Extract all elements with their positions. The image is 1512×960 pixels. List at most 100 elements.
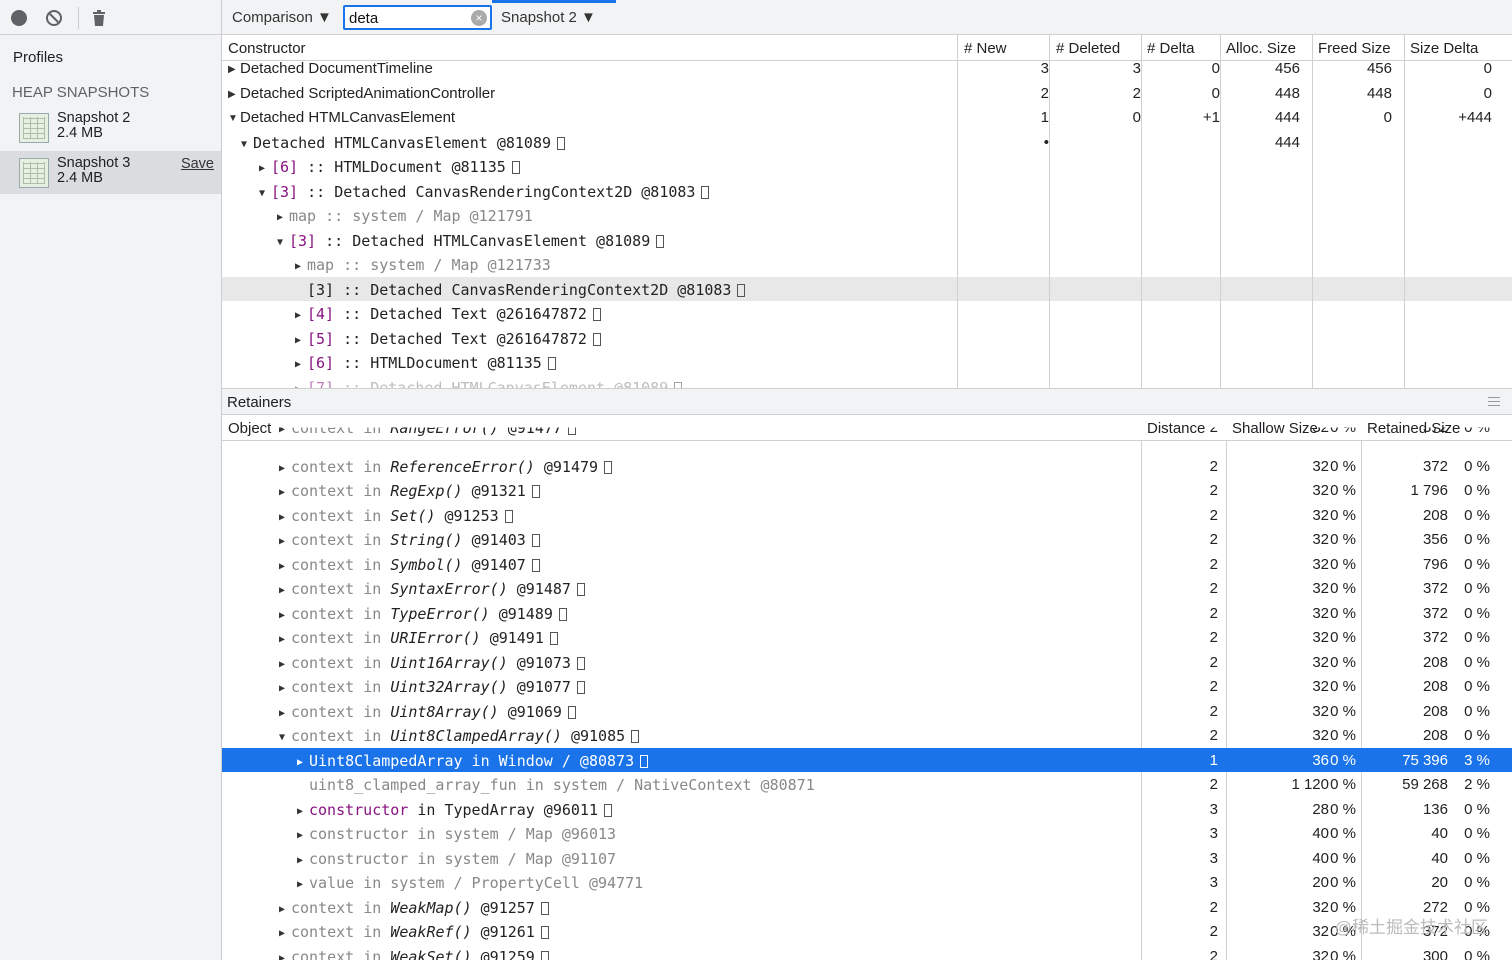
class-filter-input[interactable]: [349, 9, 464, 27]
retainers-bar[interactable]: Retainers: [222, 388, 1512, 415]
cell-value: 0: [1483, 60, 1492, 77]
trash-icon[interactable]: [90, 9, 108, 27]
collapsed-icon[interactable]: ▶: [277, 212, 289, 223]
constructor-row[interactable]: ▶[7] :: Detached HTMLCanvasElement @8108…: [222, 375, 1512, 389]
snapshot-item-2[interactable]: Snapshot 2 2.4 MB: [0, 106, 221, 149]
constructor-name: ▶[7] :: Detached HTMLCanvasElement @8108…: [295, 378, 683, 389]
column-header[interactable]: Constructor: [228, 40, 306, 57]
edge-index: [3]: [289, 231, 317, 250]
constructor-row[interactable]: ▶ [4] :: Detached Text @261647872: [222, 301, 1512, 326]
retainer-row[interactable]: ▶ context in SyntaxError() @91487 2 32 0 % 37…: [222, 576, 1512, 601]
constructor-name: ▶ [5] :: Detached Text @261647872: [295, 330, 601, 348]
collapsed-icon[interactable]: ▶: [259, 163, 271, 174]
retainer-row[interactable]: ▶ context in Uint16Array() @91073 2 32 0 % 20…: [222, 650, 1512, 675]
column-header[interactable]: # New: [964, 40, 1007, 57]
retained-size-value: 0 %: [1464, 604, 1490, 622]
retainer-row[interactable]: ▶ context in Uint32Array() @91077 2 32 0 % 20…: [222, 674, 1512, 699]
profiles-sidebar: Profiles HEAP SNAPSHOTS Snapshot 2 2.4 M…: [0, 0, 222, 960]
retainer-row[interactable]: ▶ context in Symbol() @91407 2 32 0 % 796 0 %: [222, 552, 1512, 577]
collapsed-icon[interactable]: ▶: [295, 359, 307, 370]
edge-index: [5]: [307, 329, 335, 348]
snapshot-name: Snapshot 2: [57, 110, 131, 126]
constructor-name: ▶ map :: system / Map @121733: [295, 256, 551, 274]
retainer-row[interactable]: ▶ context in RegExp() @91321 2 32 0 % 1 796 0 …: [222, 478, 1512, 503]
constructor-name: ▶ [4] :: Detached Text @261647872: [295, 305, 601, 323]
collapsed-icon[interactable]: ▶: [295, 261, 307, 272]
retainer-row[interactable]: ▶ constructor in system / Map @96013 3 40 0 …: [222, 821, 1512, 846]
class-filter-box[interactable]: ×: [343, 5, 492, 30]
reveal-icon[interactable]: [701, 185, 710, 199]
constructor-row[interactable]: ▶ [6] :: HTMLDocument @81135: [222, 350, 1512, 375]
reveal-icon[interactable]: [656, 234, 665, 248]
view-toolbar: Comparison ▼ × Snapshot 2 ▼: [222, 0, 1512, 35]
constructor-row[interactable]: ▼ [3] :: Detached HTMLCanvasElement @8108…: [222, 228, 1512, 253]
constructor-row[interactable]: ▶ Detached DocumentTimeline 3 3 0 456 456 0: [222, 56, 1512, 81]
heap-main-panel: Comparison ▼ × Snapshot 2 ▼ Constructor #…: [222, 0, 1512, 960]
node-label: map :: system / Map @121791: [289, 207, 533, 225]
retained-size-value: 0 %: [1464, 580, 1490, 597]
constructor-name: ▶ [6] :: HTMLDocument @81135: [295, 354, 556, 372]
retainer-row[interactable]: ▶ context in Uint8Array() @91069 2 32 0 % 208…: [222, 699, 1512, 724]
record-icon[interactable]: [11, 10, 27, 26]
constructor-row[interactable]: ▶ Detached ScriptedAnimationController 2 2 0…: [222, 81, 1512, 106]
retainer-row[interactable]: ▶ context in URIError() @91491 2 32 0 % 372 0 …: [222, 625, 1512, 650]
collapsed-icon[interactable]: ▶: [295, 310, 307, 321]
retainer-row[interactable]: ▶ context in WeakSet() @91259 2 32 0 % 300 0 %: [222, 944, 1512, 960]
node-label: :: Detached HTMLCanvasElement @81089: [334, 378, 669, 389]
clear-all-icon[interactable]: [45, 9, 63, 27]
edge-index: [7]: [307, 378, 335, 389]
reveal-icon[interactable]: [592, 332, 601, 346]
retainer-row[interactable]: ▼ context in Uint8ClampedArray() @91085 2 3…: [222, 723, 1512, 748]
cell-value: 0: [1483, 84, 1492, 102]
toolbar-divider: [78, 7, 79, 29]
retainer-row[interactable]: ▶ context in ReferenceError() @91479 2 32 0 …: [222, 454, 1512, 479]
constructor-row[interactable]: [3] :: Detached CanvasRenderingContext2D…: [222, 276, 1512, 301]
constructor-row[interactable]: ▶ map :: system / Map @121791: [222, 203, 1512, 228]
retainer-row[interactable]: ▶ context in WeakRef() @91261 2 32 0 % 372 0 %: [222, 919, 1512, 944]
heap-snapshots-heading: HEAP SNAPSHOTS: [12, 84, 150, 101]
constructor-row[interactable]: ▼ Detached HTMLCanvasElement @81089 • 444: [222, 130, 1512, 155]
sidebar-toolbar: [0, 0, 221, 35]
reveal-icon[interactable]: [547, 357, 556, 370]
constructor-row[interactable]: ▼ [3] :: Detached CanvasRenderingContext2…: [222, 179, 1512, 204]
collapsed-icon[interactable]: ▶: [295, 335, 307, 346]
reveal-icon[interactable]: [511, 161, 520, 174]
view-mode-select[interactable]: Comparison ▼: [232, 9, 332, 26]
snapshot-size: 2.4 MB: [57, 170, 103, 186]
menu-icon[interactable]: [1488, 397, 1500, 406]
retainer-row[interactable]: ▶ context in Set() @91253 2 32 0 % 208 0 %: [222, 503, 1512, 528]
retainer-row[interactable]: ▶ constructor in TypedArray @96011 3 28 0 % 1…: [222, 797, 1512, 822]
reveal-icon[interactable]: [737, 283, 746, 297]
save-link[interactable]: Save: [181, 156, 214, 172]
constructor-row[interactable]: ▶ [6] :: HTMLDocument @81135: [222, 154, 1512, 179]
snapshot-item-3[interactable]: Snapshot 3 2.4 MB Save: [0, 151, 221, 194]
column-header[interactable]: Alloc. Size: [1226, 40, 1296, 57]
retainer-row[interactable]: ▶ context in TypeError() @91489 2 32 0 % 372 0…: [222, 601, 1512, 626]
column-header[interactable]: # Delta: [1147, 40, 1195, 57]
constructor-name: ▼ [3] :: Detached HTMLCanvasElement @8108…: [277, 231, 665, 250]
retainer-row[interactable]: ▶ context in String() @91403 2 32 0 % 356 0 %: [222, 527, 1512, 552]
retained-size-value: 0 %: [1464, 678, 1490, 695]
expanded-icon[interactable]: ▼: [259, 188, 271, 199]
column-header[interactable]: # Deleted: [1056, 40, 1120, 57]
constructor-row[interactable]: ▶ map :: system / Map @121733: [222, 252, 1512, 277]
retainer-row[interactable]: ▶ Uint8ClampedArray in Window / @80873 1 36…: [222, 747, 1512, 772]
expanded-icon[interactable]: ▼: [277, 237, 289, 248]
constructor-row[interactable]: ▶ [5] :: Detached Text @261647872: [222, 326, 1512, 351]
base-snapshot-select[interactable]: Snapshot 2 ▼: [501, 9, 596, 26]
retainer-row[interactable]: uint8_clamped_array_fun in system / Nati…: [222, 772, 1512, 797]
retainer-row[interactable]: ▶ context in WeakMap() @91257 2 32 0 % 272 0 %: [222, 895, 1512, 920]
column-header[interactable]: Size Delta: [1410, 40, 1478, 57]
retained-size-value: 0 %: [1464, 923, 1490, 940]
node-label: :: Detached Text @261647872: [334, 305, 587, 323]
node-label: map :: system / Map @121733: [307, 256, 551, 274]
retainer-row[interactable]: ▶ value in system / PropertyCell @94771 3 2…: [222, 870, 1512, 895]
clear-filter-icon[interactable]: ×: [471, 10, 487, 26]
edge-index: [3]: [271, 182, 299, 201]
retained-size-value: 0 %: [1464, 531, 1490, 548]
column-header[interactable]: Freed Size: [1318, 40, 1391, 57]
retainer-row[interactable]: ▶ constructor in system / Map @91107 3 40 0 …: [222, 846, 1512, 871]
reveal-icon[interactable]: [592, 308, 601, 321]
constructor-row[interactable]: ▼ Detached HTMLCanvasElement 1 0 +1 444 0 +444: [222, 105, 1512, 130]
retainers-grid: Object Distance Shallow Size Retained Size …: [222, 415, 1512, 960]
